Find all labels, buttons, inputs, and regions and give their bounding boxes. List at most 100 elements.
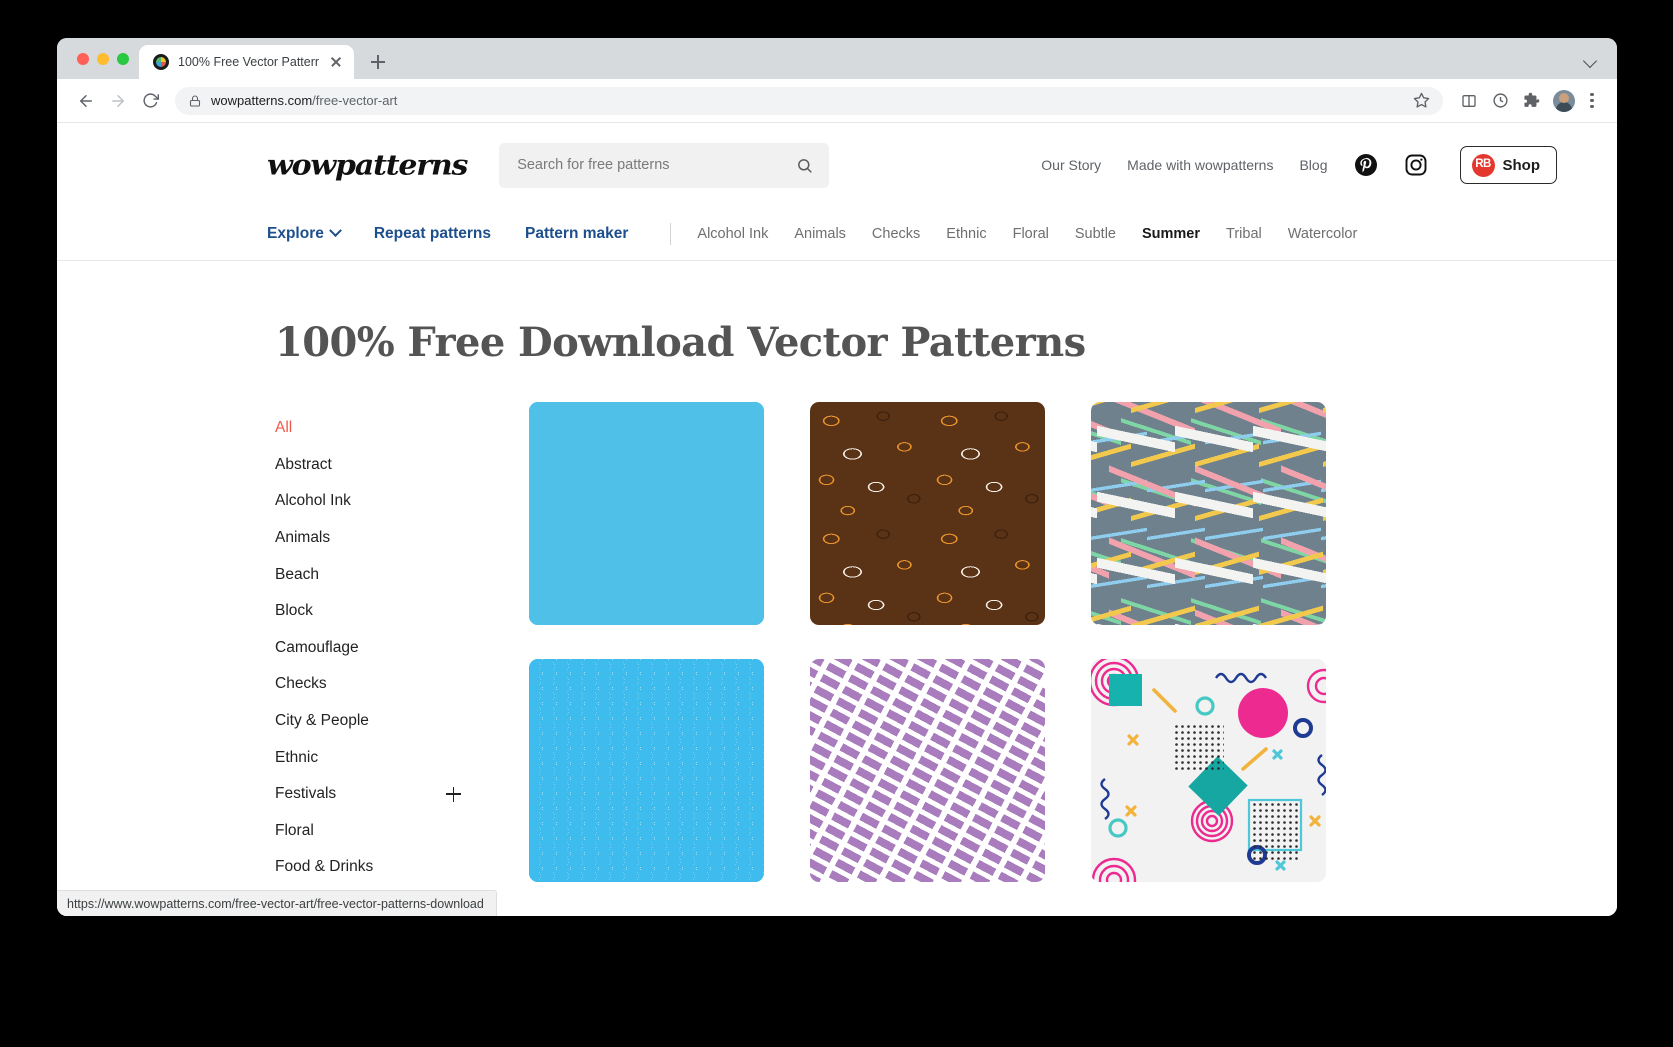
pattern-card-medals[interactable] [529, 402, 764, 625]
sidebar-item-label: Checks [275, 675, 327, 693]
nav-item-explore[interactable]: Explore [267, 224, 342, 243]
forward-button[interactable] [103, 86, 133, 116]
browser-tab-strip: 100% Free Vector Patterns and [57, 38, 1617, 79]
sidebar-item-floral[interactable]: Floral [275, 813, 499, 850]
sidebar-item-label: Camouflage [275, 638, 359, 656]
chevron-down-icon [328, 224, 342, 238]
redbubble-logo-icon: RB [1471, 153, 1495, 177]
search-input[interactable] [517, 157, 797, 173]
header-link-our-story[interactable]: Our Story [1041, 157, 1101, 173]
nav-divider [670, 222, 672, 245]
new-tab-button[interactable] [364, 48, 392, 76]
sidebar-item-food-and-drinks[interactable]: Food & Drinks [275, 849, 499, 886]
close-window-button[interactable] [77, 52, 89, 65]
address-bar-domain: wowpatterns.com [211, 93, 313, 108]
avatar[interactable] [1553, 89, 1575, 112]
site-logo[interactable]: wowpatterns [267, 149, 468, 182]
sidebar-item-city-and-people[interactable]: City & People [275, 703, 499, 740]
reload-button[interactable] [135, 86, 165, 116]
window-traffic-lights [69, 38, 139, 79]
browser-menu-icon[interactable] [1581, 88, 1603, 114]
link-status-url: https://www.wowpatterns.com/free-vector-… [67, 896, 484, 911]
main-navigation: Explore Repeat patterns Pattern maker Al… [57, 207, 1617, 261]
nav-category-watercolor[interactable]: Watercolor [1288, 226, 1358, 242]
sidebar-item-alcohol-ink[interactable]: Alcohol Ink [275, 483, 499, 520]
address-bar-path: /free-vector-art [312, 93, 398, 108]
sidebar-item-label: Floral [275, 821, 314, 839]
site-header: wowpatterns Our Story Made with wowpatte… [57, 123, 1617, 207]
nav-category-subtle[interactable]: Subtle [1075, 226, 1116, 242]
sidebar-item-checks[interactable]: Checks [275, 666, 499, 703]
sidebar-item-label: Alcohol Ink [275, 492, 351, 510]
nav-category-alcohol-ink[interactable]: Alcohol Ink [697, 226, 768, 242]
split-screen-icon[interactable] [1456, 88, 1482, 114]
page-body: 100% Free Download Vector Patterns All A… [57, 319, 1617, 916]
content-row: All Abstract Alcohol Ink Animals Beach B… [267, 402, 1557, 916]
pattern-card-blue-knit[interactable] [529, 659, 764, 882]
desktop-background: 100% Free Vector Patterns and [0, 0, 1673, 1047]
category-sidebar: All Abstract Alcohol Ink Animals Beach B… [267, 402, 499, 916]
redbubble-logo-text: RB [1475, 158, 1491, 171]
shop-button-label: Shop [1502, 156, 1541, 174]
expand-plus-icon[interactable] [446, 786, 461, 802]
sidebar-item-abstract[interactable]: Abstract [275, 447, 499, 484]
sidebar-item-label: Beach [275, 565, 319, 583]
back-button[interactable] [71, 86, 101, 116]
sidebar-item-animals[interactable]: Animals [275, 520, 499, 557]
pattern-card-purple-dash[interactable] [810, 659, 1045, 882]
nav-category-animals[interactable]: Animals [794, 226, 846, 242]
header-right-group: Our Story Made with wowpatterns Blog RB … [1041, 146, 1557, 184]
pattern-grid: Aries [499, 402, 1557, 916]
link-status-bar: https://www.wowpatterns.com/free-vector-… [57, 890, 497, 916]
maximize-window-button[interactable] [117, 52, 129, 65]
sidebar-item-ethnic[interactable]: Ethnic [275, 739, 499, 776]
minimize-window-button[interactable] [97, 52, 109, 65]
nav-item-repeat-patterns[interactable]: Repeat patterns [374, 225, 491, 243]
nav-item-repeat-patterns-label: Repeat patterns [373, 224, 492, 242]
pattern-card-memphis-shapes[interactable] [1091, 659, 1326, 882]
extensions-puzzle-icon[interactable] [1518, 88, 1544, 114]
sidebar-item-label: City & People [275, 712, 369, 730]
sidebar-item-camouflage[interactable]: Camouflage [275, 630, 499, 667]
sidebar-item-label: Animals [275, 529, 331, 547]
close-icon[interactable] [328, 54, 344, 70]
sidebar-item-label: Block [275, 602, 313, 620]
address-bar[interactable]: wowpatterns.com/free-vector-art [175, 86, 1443, 115]
sidebar-item-label: Ethnic [275, 748, 319, 766]
sidebar-item-label: Festivals [275, 785, 337, 803]
header-link-blog[interactable]: Blog [1299, 157, 1327, 173]
memphis-shapes-art [1091, 659, 1326, 882]
sidebar-item-all[interactable]: All [275, 410, 499, 447]
nav-category-tribal[interactable]: Tribal [1226, 226, 1262, 242]
chevron-down-icon[interactable] [1581, 52, 1599, 70]
address-bar-url: wowpatterns.com/free-vector-art [211, 93, 1403, 108]
nav-category-ethnic[interactable]: Ethnic [946, 226, 986, 242]
pattern-card-books[interactable] [1091, 402, 1326, 625]
bookmark-star-icon[interactable] [1413, 92, 1431, 110]
pattern-card-graduation-caps[interactable] [810, 402, 1045, 625]
browser-toolbar: wowpatterns.com/free-vector-art [57, 79, 1617, 123]
nav-category-floral[interactable]: Floral [1013, 226, 1049, 242]
shop-button[interactable]: RB Shop [1459, 146, 1557, 184]
sidebar-item-beach[interactable]: Beach [275, 556, 499, 593]
pinterest-icon[interactable] [1354, 153, 1378, 177]
browser-tab-title: 100% Free Vector Patterns and [178, 55, 319, 69]
instagram-icon[interactable] [1404, 153, 1428, 177]
browser-tab[interactable]: 100% Free Vector Patterns and [139, 45, 354, 79]
search-icon[interactable] [796, 157, 813, 174]
nav-item-pattern-maker-label: Pattern maker [525, 224, 629, 242]
sidebar-item-label: Food & Drinks [275, 858, 374, 876]
page-viewport: wowpatterns Our Story Made with wowpatte… [57, 123, 1617, 916]
sidebar-item-festivals[interactable]: Festivals [275, 776, 499, 813]
page-title: 100% Free Download Vector Patterns [275, 319, 1086, 366]
sidebar-item-block[interactable]: Block [275, 593, 499, 630]
browser-window: 100% Free Vector Patterns and [57, 38, 1617, 916]
nav-item-pattern-maker[interactable]: Pattern maker [525, 225, 628, 243]
search-box[interactable] [499, 142, 830, 188]
nav-category-checks[interactable]: Checks [872, 226, 920, 242]
history-clock-icon[interactable] [1487, 88, 1513, 114]
nav-item-explore-label: Explore [267, 224, 324, 242]
header-link-made-with-wowpatterns[interactable]: Made with wowpatterns [1127, 157, 1273, 173]
nav-category-summer[interactable]: Summer [1142, 226, 1200, 242]
sidebar-item-label: Abstract [275, 455, 332, 473]
